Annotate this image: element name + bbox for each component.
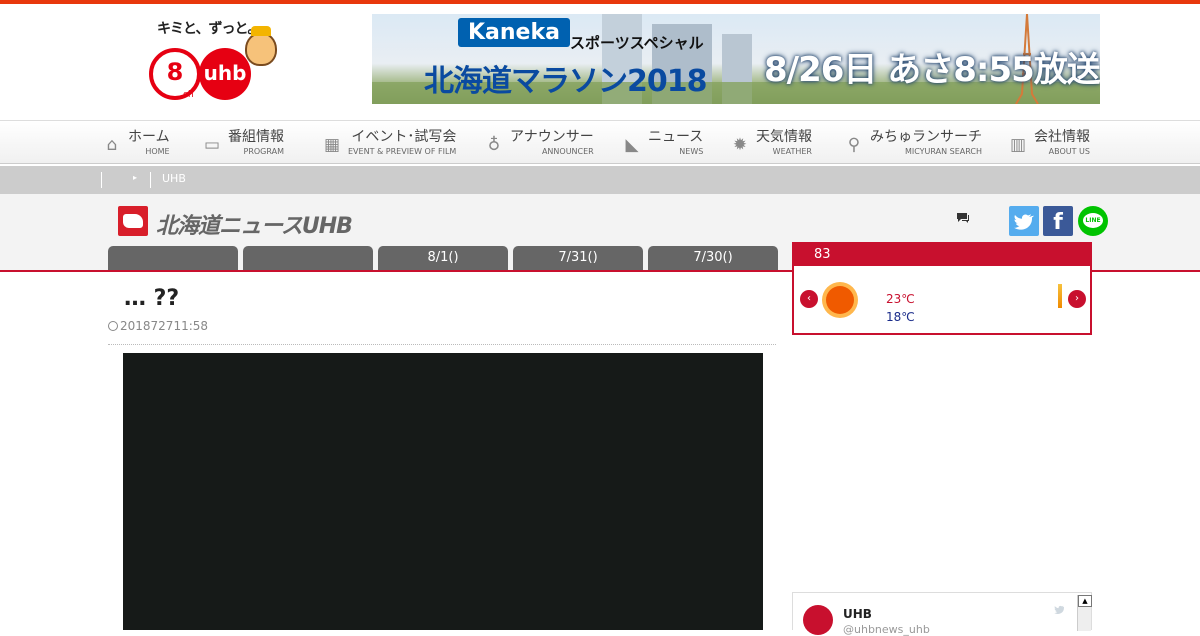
date-tab[interactable] [108, 246, 238, 270]
twitter-icon [1014, 214, 1034, 230]
sunny-icon [826, 286, 854, 314]
article-date-text: 201872711:58 [120, 319, 209, 333]
logo-uhb-text: uhb [199, 48, 251, 100]
nav-label: 天気情報 [756, 129, 812, 145]
nav-sublabel: EVENT & PREVIEW OF FILM [348, 147, 457, 156]
microphone-icon: ♁ [487, 135, 501, 155]
twitter-bird-icon [1049, 605, 1065, 623]
home-icon: ⌂ [106, 135, 118, 155]
line-share-button[interactable]: LINE [1078, 206, 1108, 236]
breadcrumb-current[interactable]: UHB [162, 172, 186, 185]
news-site-title[interactable]: 北海道ニュースUHB [156, 208, 353, 240]
nav-home[interactable]: ⌂ ホーム HOME [102, 127, 170, 161]
sponsor-logo: Kaneka [458, 18, 570, 47]
temp-high: 23℃ [886, 292, 915, 306]
twitter-account-name[interactable]: UHB [843, 607, 872, 621]
article-title: … ?? [124, 286, 180, 311]
uhb-logo[interactable]: キミと、ずっと。 8 ch uhb [145, 14, 285, 106]
banner-title: 北海道マラソン2018 [424, 64, 707, 99]
article-divider [108, 344, 776, 345]
nav-sublabel: NEWS [679, 147, 704, 156]
nav-sublabel: HOME [145, 147, 170, 156]
search-icon: ⚲ [847, 135, 861, 155]
avatar[interactable] [803, 605, 833, 635]
twitter-share-button[interactable] [1009, 206, 1039, 236]
tv-icon: ▭ [203, 135, 221, 155]
comment-icon[interactable] [956, 212, 970, 228]
date-tab[interactable]: 7/30() [648, 246, 778, 270]
twitter-timeline-widget[interactable]: UHB @uhbnews_uhb ▲ [792, 592, 1092, 636]
marathon-banner[interactable]: Kaneka スポーツスペシャル 北海道マラソン2018 8/26日 あさ8:5… [372, 14, 1100, 104]
megaphone-icon: ◣ [625, 135, 639, 155]
date-tab[interactable]: 7/31() [513, 246, 643, 270]
nav-about[interactable]: ▥ 会社情報 ABOUT US [1008, 127, 1090, 161]
weather-prev-button[interactable]: ‹ [800, 290, 818, 308]
line-icon: LINE [1083, 213, 1103, 228]
breadcrumb-separator [150, 172, 151, 188]
nav-announcer[interactable]: ♁ アナウンサー ANNOUNCER [484, 127, 594, 161]
date-tab[interactable]: 8/1() [378, 246, 508, 270]
building-icon: ▥ [1009, 135, 1027, 155]
nav-sublabel: ANNOUNCER [541, 147, 594, 156]
nav-label: イベント･試写会 [351, 129, 457, 145]
nav-news[interactable]: ◣ ニュース NEWS [622, 127, 703, 161]
breadcrumb-arrow-icon: ▸ [133, 173, 138, 182]
article-date: 201872711:58 [108, 319, 208, 333]
banner-subtitle: スポーツスペシャル [570, 34, 704, 52]
next-weather-icon [1058, 284, 1062, 308]
nav-label: 会社情報 [1034, 129, 1090, 145]
nav-weather[interactable]: ✹ 天気情報 WEATHER [730, 127, 812, 161]
mascot-icon [245, 26, 277, 66]
breadcrumb-separator [101, 172, 102, 188]
facebook-share-button[interactable]: f [1043, 206, 1073, 236]
top-accent-bar [0, 0, 1200, 4]
scrollbar[interactable]: ▲ [1077, 595, 1092, 631]
logo-tagline: キミと、ずっと。 [157, 21, 261, 37]
weather-header: 83 [794, 244, 1090, 266]
channel-ch: ch [183, 90, 194, 100]
clock-icon [108, 321, 118, 331]
nav-label: 番組情報 [228, 129, 284, 145]
nav-label: ニュース [648, 129, 704, 145]
nav-program[interactable]: ▭ 番組情報 PROGRAM [202, 127, 284, 161]
weather-next-button[interactable]: › [1068, 290, 1086, 308]
video-player[interactable] [123, 353, 763, 630]
nav-label: アナウンサー [510, 129, 594, 145]
main-nav: ⌂ ホーム HOME ▭ 番組情報 PROGRAM ▦ イベント･試写会 EVENT … [0, 120, 1200, 164]
nav-label: ホーム [128, 129, 170, 145]
temp-low: 18℃ [886, 310, 915, 324]
nav-label: みちゅランサーチ [870, 129, 982, 145]
scroll-up-icon[interactable]: ▲ [1078, 595, 1092, 607]
hokkaido-news-logo-icon[interactable] [118, 206, 148, 236]
nav-event[interactable]: ▦ イベント･試写会 EVENT & PREVIEW OF FILM [322, 127, 456, 161]
date-tab[interactable] [243, 246, 373, 270]
sun-icon: ✹ [732, 135, 748, 155]
banner-date: 8/26日 あさ8:55放送 [764, 50, 1100, 90]
nav-sublabel: PROGRAM [243, 147, 285, 156]
calendar-icon: ▦ [323, 135, 341, 155]
nav-sublabel: MICYURAN SEARCH [904, 147, 982, 156]
nav-sublabel: WEATHER [772, 147, 812, 156]
weather-widget: 83 ‹ 23℃ 18℃ › [792, 242, 1092, 335]
breadcrumb: ▸ UHB [0, 166, 1200, 194]
nav-micyuran-search[interactable]: ⚲ みちゅランサーチ MICYURAN SEARCH [844, 127, 982, 161]
nav-sublabel: ABOUT US [1048, 147, 1090, 156]
